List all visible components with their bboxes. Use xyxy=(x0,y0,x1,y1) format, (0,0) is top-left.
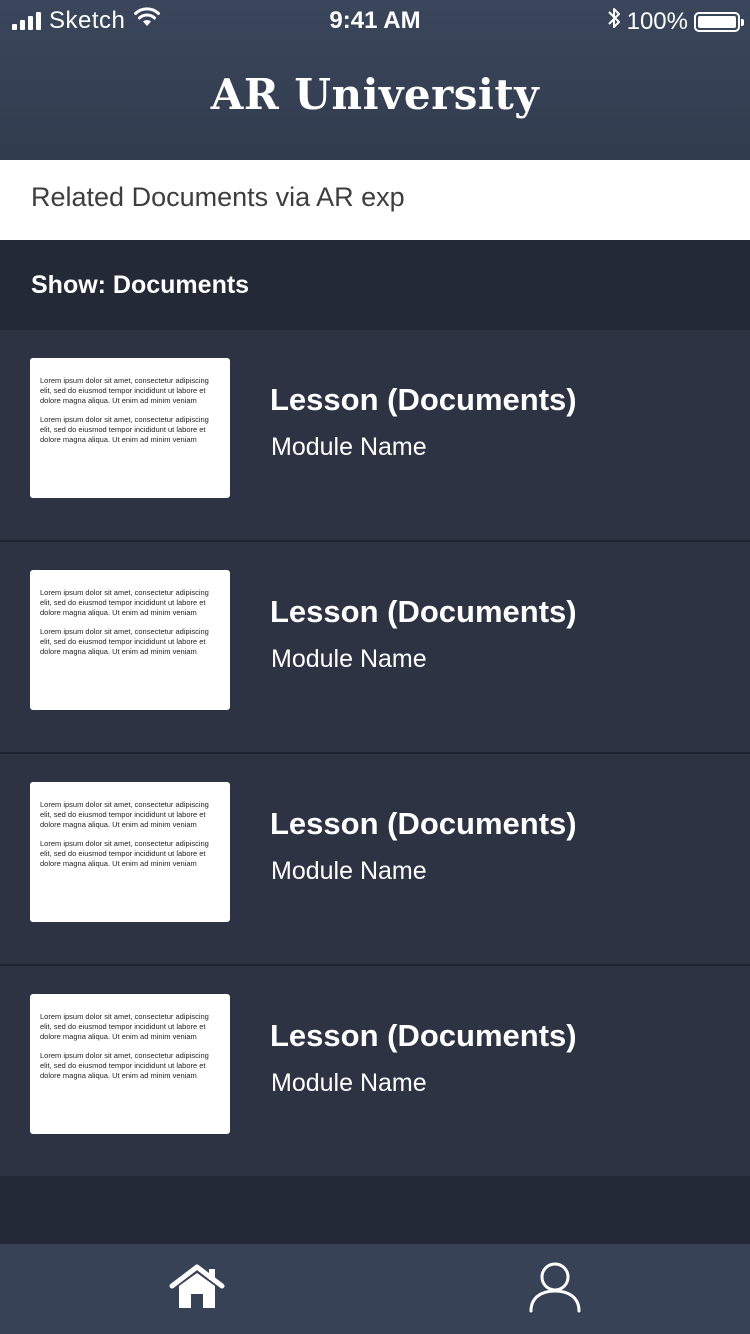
module-name: Module Name xyxy=(271,857,427,885)
thumbnail-text: Lorem ipsum dolor sit amet, consectetur … xyxy=(40,376,209,405)
list-item[interactable]: Lorem ipsum dolor sit amet, consectetur … xyxy=(0,754,750,966)
document-thumbnail[interactable]: Lorem ipsum dolor sit amet, consectetur … xyxy=(30,782,230,922)
module-name: Module Name xyxy=(271,433,427,461)
profile-icon xyxy=(528,1261,582,1318)
document-thumbnail[interactable]: Lorem ipsum dolor sit amet, consectetur … xyxy=(30,994,230,1134)
app-screen: Sketch 9:41 AM 100% AR University Relate… xyxy=(0,0,750,1334)
thumbnail-text: Lorem ipsum dolor sit amet, consectetur … xyxy=(40,839,209,868)
thumbnail-text: Lorem ipsum dolor sit amet, consectetur … xyxy=(40,588,209,617)
top-header: Sketch 9:41 AM 100% AR University xyxy=(0,0,750,160)
lesson-title: Lesson (Documents) xyxy=(270,1018,577,1053)
filter-label[interactable]: Show: Documents xyxy=(31,271,249,300)
thumbnail-text: Lorem ipsum dolor sit amet, consectetur … xyxy=(40,1012,209,1041)
lesson-title: Lesson (Documents) xyxy=(270,594,577,629)
module-name: Module Name xyxy=(271,1069,427,1097)
module-name: Module Name xyxy=(271,645,427,673)
lesson-list: Lorem ipsum dolor sit amet, consectetur … xyxy=(0,330,750,1176)
status-bar: Sketch 9:41 AM 100% xyxy=(0,0,750,40)
tab-home[interactable] xyxy=(167,1262,227,1316)
filter-bar[interactable]: Show: Documents xyxy=(0,240,750,330)
document-thumbnail[interactable]: Lorem ipsum dolor sit amet, consectetur … xyxy=(30,570,230,710)
bluetooth-icon xyxy=(607,6,621,37)
list-item[interactable]: Lorem ipsum dolor sit amet, consectetur … xyxy=(0,966,750,1176)
thumbnail-text: Lorem ipsum dolor sit amet, consectetur … xyxy=(40,627,209,656)
thumbnail-text: Lorem ipsum dolor sit amet, consectetur … xyxy=(40,1051,209,1080)
tab-profile[interactable] xyxy=(525,1262,585,1316)
battery-icon xyxy=(694,11,744,32)
document-thumbnail[interactable]: Lorem ipsum dolor sit amet, consectetur … xyxy=(30,358,230,498)
thumbnail-text: Lorem ipsum dolor sit amet, consectetur … xyxy=(40,800,209,829)
app-title: AR University xyxy=(210,70,540,119)
list-item[interactable]: Lorem ipsum dolor sit amet, consectetur … xyxy=(0,542,750,754)
status-right: 100% xyxy=(607,6,744,37)
battery-percent: 100% xyxy=(626,7,688,35)
subheader: Related Documents via AR exp xyxy=(0,160,750,240)
tab-bar xyxy=(0,1244,750,1334)
list-item[interactable]: Lorem ipsum dolor sit amet, consectetur … xyxy=(0,330,750,542)
home-icon xyxy=(169,1264,225,1315)
lesson-title: Lesson (Documents) xyxy=(270,382,577,417)
subheader-text: Related Documents via AR exp xyxy=(31,182,405,212)
lesson-title: Lesson (Documents) xyxy=(270,806,577,841)
thumbnail-text: Lorem ipsum dolor sit amet, consectetur … xyxy=(40,415,209,444)
